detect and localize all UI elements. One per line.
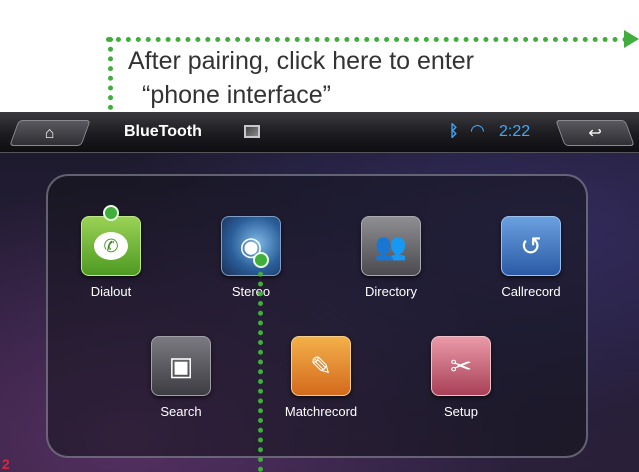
app-matchrecord[interactable]: ✎ Matchrecord [266, 336, 376, 420]
app-directory[interactable]: 👥 Directory [336, 216, 446, 300]
app-stereo[interactable]: ◉ Stereo [196, 216, 306, 300]
app-search[interactable]: ▣ Search [126, 336, 236, 420]
pointer-arrow-icon [624, 30, 639, 48]
app-label-dialout: Dialout [90, 284, 132, 299]
status-clock: 2:22 [499, 123, 531, 140]
call-history-icon: ↺ [501, 216, 561, 276]
phone-bubble-icon: ✆ [94, 232, 128, 260]
app-label-search: Search [160, 404, 202, 419]
pointer-line-stereo [258, 262, 263, 472]
app-label-matchrecord: Matchrecord [284, 404, 358, 419]
bluetooth-icon: ᛒ [449, 123, 459, 140]
device-screen: ⌂ BlueTooth ᛒ ◠ 2:22 ↩ ✆ Dialout ◉ Stere… [0, 112, 639, 472]
home-icon: ⌂ [44, 125, 55, 142]
caption-line-1: After pairing, click here to enter [128, 47, 474, 75]
status-bar: ⌂ BlueTooth ᛒ ◠ 2:22 ↩ [0, 112, 639, 153]
app-label-callrecord: Callrecord [501, 284, 561, 299]
setup-wrench-icon: ✂ [431, 336, 491, 396]
stereo-icon: ◉ [221, 216, 281, 276]
app-callrecord[interactable]: ↺ Callrecord [476, 216, 586, 300]
pointer-dot-dialout [103, 205, 119, 221]
manual-illustration: After pairing, click here to enter “phon… [0, 0, 639, 472]
back-arrow-icon: ↩ [588, 125, 603, 142]
app-label-directory: Directory [364, 284, 417, 299]
contacts-icon: 👥 [361, 216, 421, 276]
app-launcher-panel: ✆ Dialout ◉ Stereo 👥 Directory ↺ Callrec… [46, 174, 588, 458]
wifi-icon: ◠ [470, 121, 485, 140]
image-icon [244, 125, 260, 138]
app-label-setup: Setup [444, 404, 478, 419]
phone-icon: ✆ [81, 216, 141, 276]
instruction-caption: After pairing, click here to enter “phon… [128, 44, 588, 112]
app-title: BlueTooth [124, 123, 202, 140]
caption-line-2: “phone interface” [142, 81, 332, 109]
search-device-icon: ▣ [151, 336, 211, 396]
match-record-icon: ✎ [291, 336, 351, 396]
app-setup[interactable]: ✂ Setup [406, 336, 516, 420]
pointer-dot-stereo [253, 252, 269, 268]
back-button[interactable]: ↩ [555, 120, 635, 146]
page-marker: 2 [2, 456, 10, 472]
home-button[interactable]: ⌂ [9, 120, 91, 146]
pointer-line-top [106, 37, 628, 42]
app-label-stereo: Stereo [231, 284, 271, 299]
app-dialout[interactable]: ✆ Dialout [56, 216, 166, 300]
